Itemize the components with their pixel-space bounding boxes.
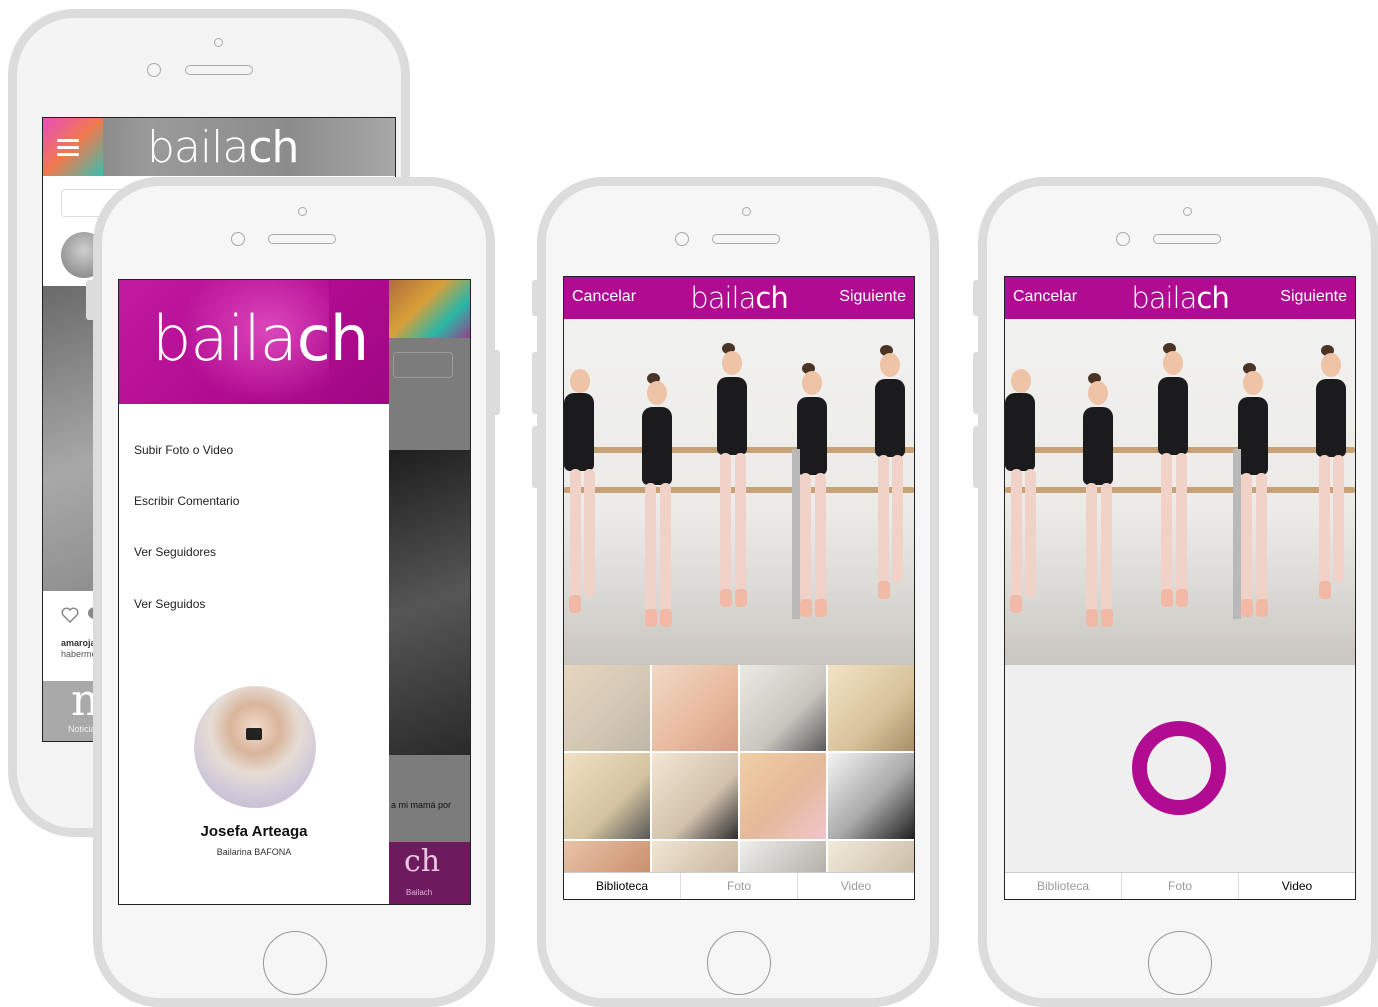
behind-logo-icon: ch [404, 844, 441, 879]
library-thumbnail[interactable] [564, 753, 650, 839]
tab-photo[interactable]: Foto [681, 873, 798, 899]
behind-header [389, 280, 470, 338]
camera-icon [675, 232, 689, 246]
menu-item-followers[interactable]: Ver Seguidores [134, 545, 216, 559]
profile-avatar[interactable] [194, 686, 316, 808]
sensor-dot [298, 207, 307, 216]
library-thumbnail[interactable] [828, 841, 914, 875]
dancer [564, 359, 604, 659]
dancer [1305, 339, 1355, 665]
phone-drawer: a mi mamá por ch Bailach bailach Subir F… [93, 177, 495, 1007]
barre-stand [1233, 449, 1241, 619]
home-button [1148, 931, 1212, 995]
tab-video[interactable]: Video [798, 873, 914, 899]
library-thumbnail[interactable] [564, 665, 650, 751]
dancer [864, 339, 914, 665]
camera-icon [1116, 232, 1130, 246]
drawer-logo: bailach [152, 302, 369, 375]
library-thumbnail[interactable] [740, 665, 826, 751]
photo-library-grid [564, 665, 914, 875]
tab-photo[interactable]: Foto [1122, 873, 1239, 899]
library-thumbnail[interactable] [740, 841, 826, 875]
record-button-icon[interactable] [1132, 721, 1226, 815]
behind-bottom-nav: ch Bailach [389, 842, 470, 904]
phone-video: Cancelar bailach Siguiente Biblioteca Fo… [978, 177, 1378, 1007]
profile-subtitle: Bailarina BAFONA [216, 847, 292, 857]
sensor-dot [742, 207, 751, 216]
barre-stand [792, 449, 800, 619]
tab-library[interactable]: Biblioteca [1005, 873, 1122, 899]
sensor-dot [214, 38, 223, 47]
camera-icon [246, 728, 262, 740]
dancer [1005, 359, 1045, 659]
drawer-panel: bailach Subir Foto o Video Escribir Come… [119, 280, 389, 904]
home-button [263, 931, 327, 995]
menu-item-upload[interactable]: Subir Foto o Video [134, 443, 233, 457]
cancel-button[interactable]: Cancelar [1013, 288, 1077, 306]
library-thumbnail[interactable] [828, 665, 914, 751]
speaker-grille [268, 234, 336, 244]
phone-library: Cancelar bailach Siguiente Biblioteca Fo… [537, 177, 939, 1007]
camera-icon [147, 63, 161, 77]
library-thumbnail[interactable] [652, 753, 738, 839]
library-thumbnail[interactable] [652, 665, 738, 751]
upload-header: Cancelar bailach Siguiente [564, 277, 914, 319]
library-thumbnail[interactable] [564, 841, 650, 875]
post-caption: haberme [61, 649, 97, 659]
behind-search [393, 352, 453, 378]
upload-header: Cancelar bailach Siguiente [1005, 277, 1355, 319]
dancer [704, 339, 764, 659]
cancel-button[interactable]: Cancelar [572, 288, 636, 306]
profile-name: Josefa Arteaga [200, 823, 308, 840]
library-screen: Cancelar bailach Siguiente Biblioteca Fo… [563, 276, 915, 900]
library-thumbnail[interactable] [828, 753, 914, 839]
menu-item-following[interactable]: Ver Seguidos [134, 597, 205, 611]
dancer [629, 359, 689, 659]
drawer-header: bailach [119, 280, 389, 404]
speaker-grille [712, 234, 780, 244]
next-button[interactable]: Siguiente [1280, 288, 1347, 306]
dancer [1070, 359, 1130, 659]
menu-item-comment[interactable]: Escribir Comentario [134, 494, 239, 508]
sensor-dot [1183, 207, 1192, 216]
camera-icon [231, 232, 245, 246]
hamburger-icon[interactable] [57, 139, 79, 156]
heart-icon[interactable] [61, 607, 79, 623]
source-tabs: Biblioteca Foto Video [1005, 872, 1355, 899]
header-logo: bailach [690, 281, 788, 315]
tab-video[interactable]: Video [1239, 873, 1355, 899]
home-button [707, 931, 771, 995]
feed-header: bailach [43, 118, 395, 176]
tab-library[interactable]: Biblioteca [564, 873, 681, 899]
dancer [1145, 339, 1205, 659]
source-tabs: Biblioteca Foto Video [564, 872, 914, 899]
next-button[interactable]: Siguiente [839, 288, 906, 306]
feed-logo: bailach [147, 122, 299, 173]
behind-caption: a mi mamá por [391, 800, 452, 810]
behind-post-image [389, 450, 470, 755]
library-thumbnail[interactable] [652, 841, 738, 875]
header-logo: bailach [1131, 281, 1229, 315]
speaker-grille [1153, 234, 1221, 244]
drawer-screen: a mi mamá por ch Bailach bailach Subir F… [118, 279, 471, 905]
selected-photo [564, 319, 914, 665]
video-preview [1005, 319, 1355, 665]
speaker-grille [185, 65, 253, 75]
behind-logo-label: Bailach [406, 888, 433, 897]
video-screen: Cancelar bailach Siguiente Biblioteca Fo… [1004, 276, 1356, 900]
library-thumbnail[interactable] [740, 753, 826, 839]
